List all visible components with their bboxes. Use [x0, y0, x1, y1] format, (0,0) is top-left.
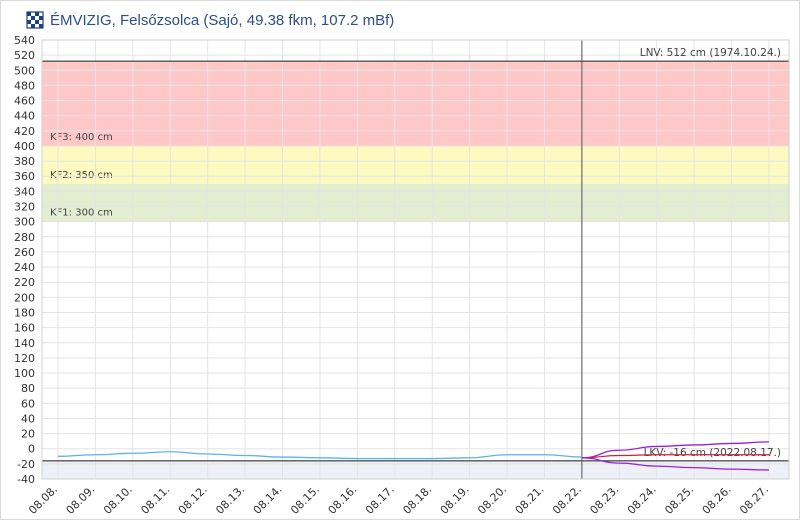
x-tick-label: 08.15. — [288, 483, 322, 517]
y-tick-label: 40 — [21, 412, 35, 425]
y-tick-label: 240 — [14, 261, 35, 274]
x-tick-label: 08.23. — [587, 483, 621, 517]
x-tick-label: 08.09. — [64, 483, 98, 517]
y-tick-label: 480 — [14, 79, 35, 92]
y-tick-label: 280 — [14, 231, 35, 244]
alarm-band-label: KF2: 350 cm — [50, 170, 113, 181]
y-tick-label: 400 — [14, 140, 35, 153]
x-tick-label: 08.16. — [326, 483, 360, 517]
y-tick-label: 520 — [14, 49, 35, 62]
y-tick-label: -40 — [17, 473, 35, 486]
x-tick-label: 08.13. — [213, 483, 247, 517]
y-tick-label: -20 — [17, 458, 35, 471]
y-tick-label: 220 — [14, 276, 35, 289]
y-tick-label: 200 — [14, 291, 35, 304]
x-tick-label: 08.21. — [513, 483, 547, 517]
y-tick-label: 380 — [14, 155, 35, 168]
lkv-label: LKV: -16 cm (2022.08.17.) — [644, 447, 781, 459]
y-tick-label: 440 — [14, 110, 35, 123]
x-tick-label: 08.12. — [176, 483, 210, 517]
y-tick-label: 180 — [14, 306, 35, 319]
y-tick-label: 320 — [14, 201, 35, 214]
lnv-label: LNV: 512 cm (1974.10.24.) — [640, 47, 781, 59]
x-tick-label: 08.24. — [625, 483, 659, 517]
y-tick-label: 360 — [14, 170, 35, 183]
y-tick-label: 0 — [28, 443, 35, 456]
alarm-band-label: KF1: 300 cm — [50, 208, 113, 219]
x-tick-label: 08.27. — [737, 483, 771, 517]
y-tick-label: 120 — [14, 352, 35, 365]
y-tick-label: 460 — [14, 95, 35, 108]
water-level-chart: KF3: 400 cm KF2: 350 cm KF1: 300 cm LNV: 5… — [14, 34, 790, 517]
y-tick-label: 60 — [21, 397, 35, 410]
y-tick-label: 300 — [14, 216, 35, 229]
alarm-band-kf3 — [42, 61, 789, 146]
alarm-band-kf1 — [42, 183, 789, 222]
x-tick-label: 08.08. — [26, 483, 60, 517]
x-tick-label: 08.19. — [438, 483, 472, 517]
y-tick-label: 20 — [21, 428, 35, 441]
x-tick-label: 08.26. — [700, 483, 734, 517]
y-tick-label: 420 — [14, 125, 35, 138]
y-tick-label: 100 — [14, 367, 35, 380]
y-tick-label: 340 — [14, 185, 35, 198]
x-tick-label: 08.22. — [550, 483, 584, 517]
y-tick-label: 140 — [14, 337, 35, 350]
x-tick-label: 08.10. — [101, 483, 135, 517]
x-tick-label: 08.11. — [138, 483, 172, 517]
x-tick-label: 08.25. — [662, 483, 696, 517]
y-tick-label: 80 — [21, 382, 35, 395]
y-tick-label: 160 — [14, 322, 35, 335]
y-tick-label: 260 — [14, 246, 35, 259]
x-tick-label: 08.18. — [400, 483, 434, 517]
x-tick-label: 08.14. — [251, 483, 285, 517]
alarm-band-kf2 — [42, 145, 789, 184]
y-tick-label: 540 — [14, 34, 35, 47]
x-tick-label: 08.20. — [475, 483, 509, 517]
x-tick-label: 08.17. — [363, 483, 397, 517]
y-tick-label: 500 — [14, 64, 35, 77]
alarm-band-label: KF3: 400 cm — [50, 132, 113, 143]
